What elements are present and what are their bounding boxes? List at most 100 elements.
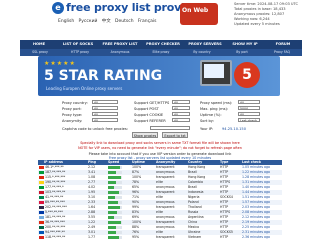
sort-label: Sort by: [200, 119, 214, 123]
nav-home[interactable]: HOME [20, 40, 58, 49]
rating-banner[interactable]: ★★★★★ 5 STAR RATING Leading Europen Onli… [38, 56, 280, 96]
ping-input[interactable]: 5000 [238, 106, 260, 110]
speed-bar [108, 206, 120, 209]
logo-icon[interactable]: e [52, 2, 64, 14]
speed-bar [108, 221, 121, 224]
referer-select[interactable]: All [172, 118, 190, 122]
country-label: Proxy country: [62, 101, 88, 105]
nav-list-of-socks[interactable]: LIST OF SOCKS [58, 40, 98, 49]
subnav-item[interactable]: HTTP proxy [60, 49, 100, 56]
speed-bar [108, 231, 116, 234]
country-flag-icon [39, 226, 44, 229]
ping-label: Max. ping (ms): [200, 107, 229, 111]
country-flag-icon [39, 191, 44, 194]
country-flag-icon [39, 181, 44, 184]
your-ip-label: Your IP: [200, 127, 214, 131]
speed-label: Proxy speed (ms): [200, 101, 233, 105]
site-header: e free proxy list provider On Web Englis… [0, 0, 320, 40]
vip-notice: NOTE for VIP users, no need to generate … [78, 146, 242, 150]
lang-russian[interactable]: Pусский [79, 19, 98, 24]
speed-bar [108, 211, 118, 214]
speed-bar [108, 201, 118, 204]
country-flag-icon [39, 201, 44, 204]
get-https-label: Support GET/HTTPS [134, 101, 170, 105]
nav-free-proxy-list[interactable]: FREE PROXY LIST [98, 40, 142, 49]
nav-forum[interactable]: FORUM [264, 40, 302, 49]
on-web-badge: On Web [180, 3, 218, 25]
speed-bar [108, 166, 120, 169]
country-flag-icon [39, 166, 44, 169]
lang-german[interactable]: Deutsch [115, 19, 134, 24]
subnav-item[interactable]: By port [222, 49, 262, 56]
cell-country: Vietnam [188, 235, 202, 239]
port-label: Proxy port: [62, 107, 82, 111]
subnav-item[interactable]: Elite proxy [140, 49, 182, 56]
post-select[interactable]: All [172, 106, 190, 110]
stats-line: Updated every 5 minutes [234, 22, 280, 26]
nav-proxy-servers[interactable]: PROXY SERVERS [184, 40, 226, 49]
stats-line: Total proxies in base: 18,433 [234, 7, 286, 11]
cell-ping: 1.77 [88, 235, 96, 239]
uptime-label: Uptime (%): [200, 113, 222, 117]
monitor-screen [204, 64, 224, 78]
cell-uptime: 95% [132, 235, 140, 239]
cell-ip: 118.**.***.** [45, 235, 66, 239]
banner-subtitle: Leading Europen Online proxy servers [46, 86, 123, 91]
language-bar: English Pусский 中文 Deutsch Français [58, 18, 156, 24]
country-select[interactable]: All [92, 100, 118, 104]
nav-show-my-ip[interactable]: SHOW MY IP [226, 40, 264, 49]
speed-select[interactable]: All [238, 100, 260, 104]
star-rating-icon: ★★★★★ [44, 60, 76, 67]
country-flag-icon [39, 216, 44, 219]
country-flag-icon [39, 231, 44, 234]
sub-nav: SSL proxy HTTP proxy Anonymous Elite pro… [20, 49, 302, 56]
stats-line: Anonymous proxies: 12,807 [234, 12, 285, 16]
speed-bar [108, 191, 120, 194]
banner-title: 5 STAR RATING [44, 68, 163, 84]
country-flag-icon [39, 236, 44, 239]
get-https-select[interactable]: All [172, 100, 190, 104]
speed-bar [108, 226, 117, 229]
lang-english[interactable]: English [58, 19, 74, 24]
type-select[interactable]: All [92, 112, 118, 116]
anonymity-label: Anonymity: [62, 119, 83, 123]
stats-box: Server time: 2024-08-17 09:03 UTC Total … [234, 2, 310, 30]
speed-bar [108, 236, 119, 239]
anonymity-select[interactable]: All [92, 118, 118, 122]
captcha-input[interactable] [150, 126, 190, 130]
country-flag-icon [39, 206, 44, 209]
country-flag-icon [39, 221, 44, 224]
table-row[interactable]: 118.**.***.** 1.77 95% transparent Vietnam HT… [38, 235, 282, 240]
referer-label: Support REFERER [134, 119, 166, 123]
captcha-label: Captcha code to unlock free proxies: [62, 127, 128, 131]
country-flag-icon [39, 211, 44, 214]
subnav-item[interactable]: Proxy FAQ [262, 49, 302, 56]
stats-line: Server time: 2024-08-17 09:03 UTC [234, 2, 299, 6]
cookie-label: Support COOKIE [134, 113, 164, 117]
stats-line: Working now: 6,244 [234, 17, 270, 21]
export-button[interactable]: Export to txt [162, 132, 188, 138]
speed-bar [108, 196, 115, 199]
sort-select[interactable]: Last check [238, 118, 260, 122]
post-label: Support POST [134, 107, 159, 111]
show-proxies-button[interactable]: Show proxies [132, 132, 158, 138]
subnav-item[interactable]: SSL proxy [20, 49, 60, 56]
cell-last-check: 2.36 minutes ago [242, 235, 270, 239]
speed-bar [108, 176, 121, 179]
speed-bar [108, 171, 117, 174]
type-label: Proxy type: [62, 113, 83, 117]
your-ip-value: 94.25.10.150 [222, 127, 247, 131]
speed-bar [108, 216, 115, 219]
speed-bar [108, 186, 114, 189]
lang-chinese[interactable]: 中文 [102, 19, 111, 24]
on-web-badge-text: On Web [182, 7, 209, 14]
uptime-select[interactable]: All [238, 112, 260, 116]
cookie-select[interactable]: All [172, 112, 190, 116]
subnav-item[interactable]: Anonymous [100, 49, 140, 56]
nav-proxy-checker[interactable]: PROXY CHECKER [142, 40, 184, 49]
lang-french[interactable]: Français [138, 19, 157, 24]
country-flag-icon [39, 171, 44, 174]
port-select[interactable]: All [92, 106, 118, 110]
subnav-item[interactable]: By country [182, 49, 222, 56]
country-flag-icon [39, 186, 44, 189]
